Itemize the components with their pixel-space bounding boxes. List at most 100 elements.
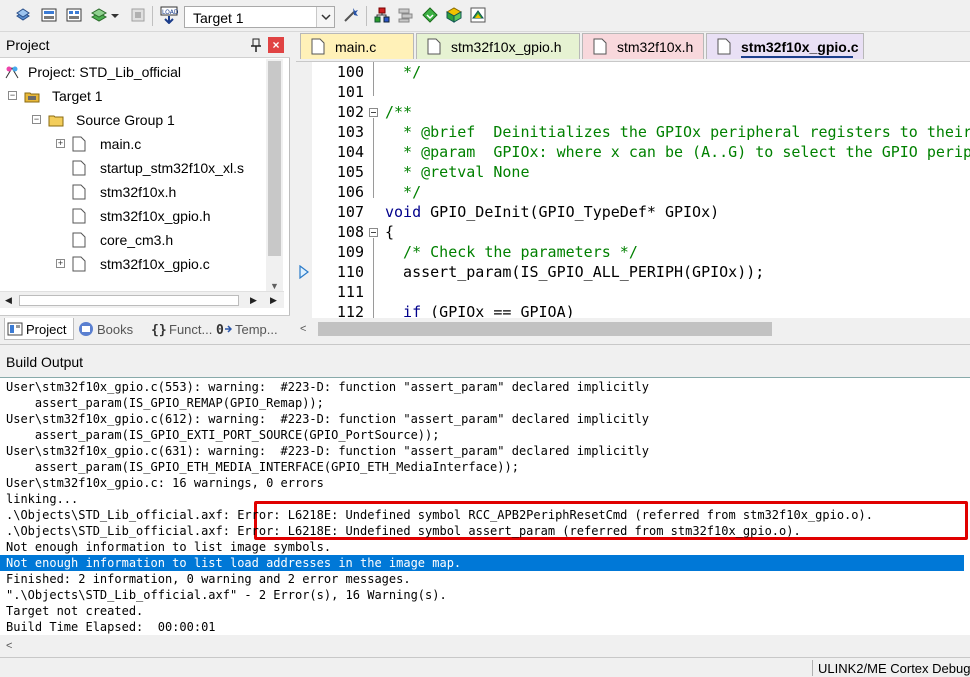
editor-tab[interactable]: stm32f10x_gpio.c bbox=[706, 33, 864, 59]
pack-installer-icon[interactable] bbox=[445, 6, 463, 24]
rebuild-icon[interactable] bbox=[65, 6, 83, 24]
output-line[interactable]: assert_param(IS_GPIO_REMAP(GPIO_Remap)); bbox=[6, 395, 970, 411]
chevron-down-icon[interactable] bbox=[316, 7, 334, 27]
tree-node-file[interactable]: core_cm3.h bbox=[56, 229, 266, 251]
code-line[interactable]: */ bbox=[385, 62, 421, 82]
fold-toggle-icon[interactable] bbox=[369, 108, 378, 117]
build-output-title: Build Output bbox=[6, 354, 84, 370]
code-line[interactable]: * @retval None bbox=[385, 162, 529, 182]
pin-icon[interactable] bbox=[249, 37, 263, 53]
tab-label: Books bbox=[97, 322, 134, 337]
folder-icon bbox=[48, 112, 64, 128]
scroll-left-icon[interactable]: ◀ bbox=[0, 292, 17, 309]
code-line[interactable]: { bbox=[385, 222, 394, 242]
output-line[interactable]: User\stm32f10x_gpio.c(631): warning: #22… bbox=[6, 443, 970, 459]
scrollbar-thumb[interactable] bbox=[19, 295, 239, 306]
scroll-right-icon[interactable]: ▶ bbox=[245, 292, 262, 309]
output-line[interactable]: Not enough information to list load addr… bbox=[0, 555, 964, 571]
target-select[interactable]: Target 1 bbox=[184, 6, 335, 28]
output-line[interactable]: linking... bbox=[6, 491, 970, 507]
output-line[interactable]: User\stm32f10x_gpio.c(612): warning: #22… bbox=[6, 411, 970, 427]
code-line[interactable]: /** bbox=[385, 102, 412, 122]
scroll-left-icon[interactable]: < bbox=[300, 321, 314, 337]
tree-node-label: Project: STD_Lib_official bbox=[28, 64, 182, 80]
active-tab-underline bbox=[741, 56, 853, 58]
output-line[interactable]: .\Objects\STD_Lib_official.axf: Error: L… bbox=[6, 523, 970, 539]
select-pack-icon[interactable] bbox=[421, 6, 439, 24]
load-icon[interactable]: LOAD bbox=[160, 6, 178, 24]
fold-margin[interactable] bbox=[366, 62, 382, 318]
toolbar-separator bbox=[152, 6, 153, 26]
scroll-left-icon[interactable]: < bbox=[6, 638, 20, 654]
tree-node-file[interactable]: stm32f10x_gpio.h bbox=[56, 205, 266, 227]
expand-icon[interactable]: + bbox=[56, 139, 65, 148]
tree-node-file[interactable]: startup_stm32f10x_xl.s bbox=[56, 157, 266, 179]
build-output-scrollbar[interactable]: < bbox=[0, 635, 970, 657]
tree-horizontal-scrollbar[interactable]: ◀ ▶ ▶ bbox=[0, 291, 284, 308]
output-line[interactable]: Build Time Elapsed: 00:00:01 bbox=[6, 619, 970, 635]
code-line[interactable]: /* Check the parameters */ bbox=[385, 242, 638, 262]
editor-tab[interactable]: stm32f10x.h bbox=[582, 33, 704, 59]
output-line[interactable]: Not enough information to list image sym… bbox=[6, 539, 970, 555]
code-line[interactable]: * @param GPIOx: where x can be (A..G) to… bbox=[385, 142, 970, 162]
scroll-end-icon[interactable]: ▶ bbox=[265, 292, 282, 309]
run-time-environment-icon[interactable] bbox=[469, 6, 487, 24]
collapse-icon[interactable]: − bbox=[8, 91, 17, 100]
fold-toggle-icon[interactable] bbox=[369, 228, 378, 237]
output-line[interactable]: ".\Objects\STD_Lib_official.axf" - 2 Err… bbox=[6, 587, 970, 603]
panel-tabs: Project Books {} Funct... 0 Temp... bbox=[0, 315, 290, 342]
expand-icon[interactable]: + bbox=[56, 259, 65, 268]
output-line[interactable]: Finished: 2 information, 0 warning and 2… bbox=[6, 571, 970, 587]
tree-node-target[interactable]: − Target 1 bbox=[8, 85, 258, 107]
code-line[interactable]: */ bbox=[385, 182, 421, 202]
tab-functions[interactable]: {} Funct... bbox=[148, 318, 214, 340]
output-line[interactable]: assert_param(IS_GPIO_ETH_MEDIA_INTERFACE… bbox=[6, 459, 970, 475]
dropdown-icon[interactable] bbox=[110, 6, 120, 24]
close-icon[interactable]: × bbox=[268, 37, 284, 53]
keyword-token: void bbox=[385, 203, 422, 221]
editor-tab[interactable]: main.c bbox=[300, 33, 414, 59]
tree-node-source-group[interactable]: − Source Group 1 bbox=[32, 109, 262, 131]
tab-templates[interactable]: 0 Temp... bbox=[214, 318, 286, 340]
current-line-arrow-icon bbox=[298, 264, 310, 280]
tree-node-file[interactable]: stm32f10x.h bbox=[56, 181, 266, 203]
build-output-pane[interactable]: User\stm32f10x_gpio.c(553): warning: #22… bbox=[0, 377, 970, 635]
editor-tab[interactable]: stm32f10x_gpio.h bbox=[416, 33, 580, 59]
tree-node-file[interactable]: + stm32f10x_gpio.c bbox=[56, 253, 266, 275]
manage-components-icon[interactable] bbox=[373, 6, 391, 24]
output-line[interactable]: User\stm32f10x_gpio.c(553): warning: #22… bbox=[6, 379, 970, 395]
output-line[interactable]: Target not created. bbox=[6, 603, 970, 619]
stop-build-icon[interactable] bbox=[129, 6, 147, 24]
code-line[interactable]: if (GPIOx == GPIOA) bbox=[385, 302, 575, 318]
output-line[interactable]: .\Objects\STD_Lib_official.axf: Error: L… bbox=[6, 507, 970, 523]
target-options-icon[interactable] bbox=[342, 6, 360, 24]
translate-icon[interactable] bbox=[14, 6, 32, 24]
scrollbar-thumb[interactable] bbox=[268, 61, 281, 256]
tab-books[interactable]: Books bbox=[76, 318, 146, 340]
tab-project[interactable]: Project bbox=[4, 318, 74, 340]
scrollbar-thumb[interactable] bbox=[318, 322, 772, 336]
editor-tab-label: stm32f10x_gpio.h bbox=[451, 39, 562, 55]
build-output-header: Build Output bbox=[0, 344, 970, 377]
code-token: GPIO_DeInit(GPIO_TypeDef* GPIOx) bbox=[421, 203, 720, 221]
batch-build-icon[interactable] bbox=[90, 6, 108, 24]
code-line[interactable]: * @brief Deinitializes the GPIOx periphe… bbox=[385, 122, 970, 142]
project-items-icon[interactable] bbox=[397, 6, 415, 24]
tree-vertical-scrollbar[interactable]: ▼ bbox=[266, 59, 283, 295]
collapse-icon[interactable]: − bbox=[32, 115, 41, 124]
svg-text:0: 0 bbox=[216, 323, 224, 337]
code-line[interactable]: void GPIO_DeInit(GPIO_TypeDef* GPIOx) bbox=[385, 202, 719, 222]
tree-node-label: stm32f10x.h bbox=[100, 184, 177, 200]
breakpoint-gutter[interactable] bbox=[296, 62, 312, 318]
editor-horizontal-scrollbar[interactable]: < bbox=[296, 318, 970, 339]
output-line[interactable]: assert_param(IS_GPIO_EXTI_PORT_SOURCE(GP… bbox=[6, 427, 970, 443]
tree-node-file[interactable]: + main.c bbox=[56, 133, 266, 155]
code-area[interactable]: */ /** * @brief Deinitializes the GPIOx p… bbox=[385, 62, 970, 318]
tree-node-project[interactable]: Project: STD_Lib_official bbox=[4, 61, 264, 83]
build-icon[interactable] bbox=[40, 6, 58, 24]
output-line[interactable]: User\stm32f10x_gpio.c: 16 warnings, 0 er… bbox=[6, 475, 970, 491]
line-number: 101 bbox=[336, 83, 364, 101]
code-line[interactable]: assert_param(IS_GPIO_ALL_PERIPH(GPIOx)); bbox=[385, 262, 764, 282]
code-editor[interactable]: 100 101 102 103 104 105 106 107 108 109 110 111 112 … bbox=[296, 61, 970, 339]
project-tab-icon bbox=[7, 321, 23, 337]
